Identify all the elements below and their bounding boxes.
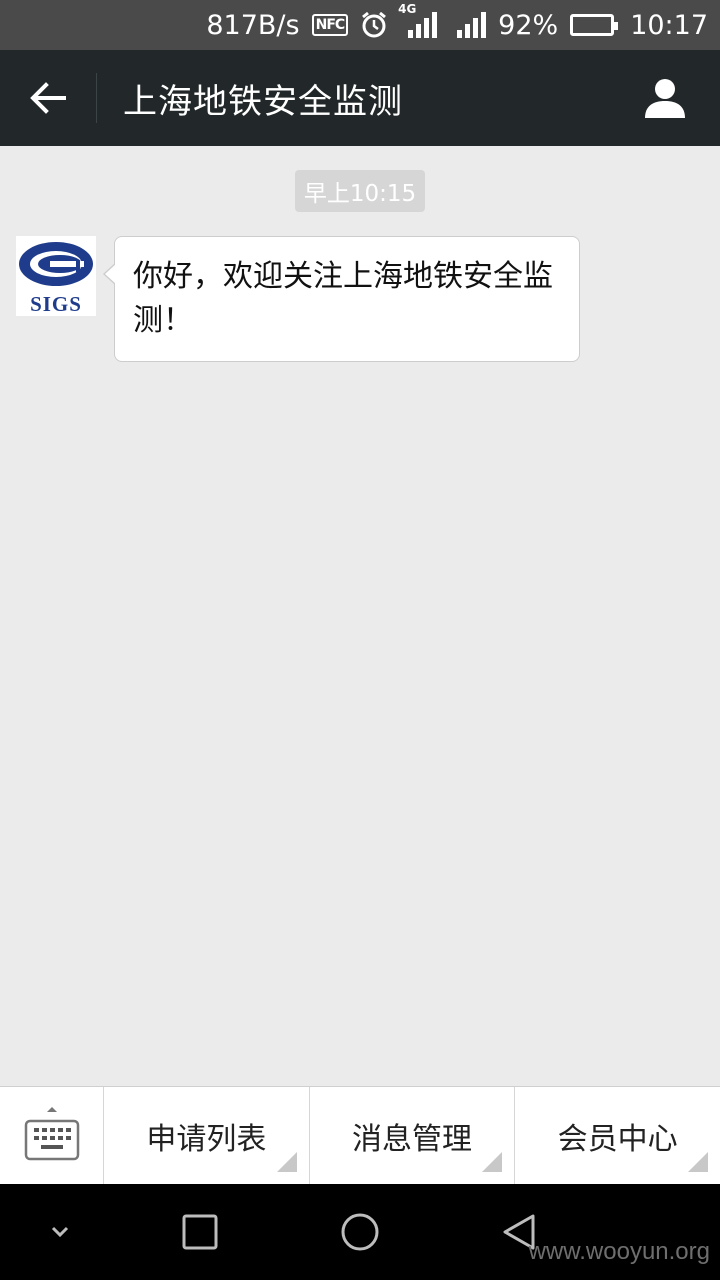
status-bar: 817B/s NFC 4G 92% 10:17 [0, 0, 720, 50]
home-button[interactable] [310, 1184, 410, 1280]
menu-item-label: 申请列表 [146, 1121, 267, 1157]
avatar[interactable]: SIGS [16, 236, 96, 316]
chat-area[interactable]: 早上10:15 SIGS 你好，欢迎关注上海地铁安全监测！ [0, 146, 720, 1086]
submenu-indicator-icon [482, 1152, 503, 1172]
menu-item-application-list[interactable]: 申请列表 [104, 1087, 310, 1184]
menu-item-message-management[interactable]: 消息管理 [310, 1087, 516, 1184]
hide-keyboard-icon [51, 1226, 69, 1238]
clock: 10:17 [630, 9, 708, 41]
hide-keyboard-button[interactable] [10, 1184, 110, 1280]
signal-4g-icon: 4G [398, 2, 438, 38]
message-timestamp: 早上10:15 [295, 170, 425, 212]
title-divider [96, 73, 97, 123]
profile-button[interactable] [610, 50, 720, 146]
title-bar: 上海地铁安全监测 [0, 50, 720, 146]
network-type: 4G [398, 2, 417, 16]
recents-button[interactable] [150, 1184, 250, 1280]
home-icon [341, 1213, 379, 1251]
menu-item-label: 会员中心 [557, 1121, 678, 1157]
keyboard-icon [24, 1106, 79, 1160]
back-button[interactable] [0, 50, 96, 146]
arrow-left-icon [30, 82, 66, 114]
avatar-text: SIGS [30, 292, 82, 316]
recents-icon [182, 1214, 218, 1250]
page-title: 上海地铁安全监测 [123, 81, 403, 122]
submenu-indicator-icon [276, 1152, 297, 1172]
submenu-indicator-icon [688, 1152, 709, 1172]
battery-icon [570, 14, 619, 36]
signal-icon [449, 12, 487, 38]
menu-item-member-center[interactable]: 会员中心 [515, 1087, 720, 1184]
message-text: 你好，欢迎关注上海地铁安全监测！ [133, 259, 553, 338]
menu-item-label: 消息管理 [352, 1121, 472, 1157]
sigs-logo: SIGS [19, 242, 93, 316]
person-icon [645, 79, 685, 118]
nfc-label: NFC [311, 14, 349, 36]
nfc-icon: NFC [311, 14, 349, 36]
message-bubble[interactable]: 你好，欢迎关注上海地铁安全监测！ [103, 236, 580, 362]
battery-percent: 92% [498, 9, 559, 41]
net-speed: 817B/s [206, 9, 300, 41]
keyboard-toggle-button[interactable] [0, 1087, 104, 1184]
android-nav-bar: www.wooyun.org [0, 1184, 720, 1280]
watermark: www.wooyun.org [528, 1238, 710, 1265]
alarm-icon [360, 11, 388, 39]
bottom-menu: 申请列表 消息管理 会员中心 [0, 1086, 720, 1184]
